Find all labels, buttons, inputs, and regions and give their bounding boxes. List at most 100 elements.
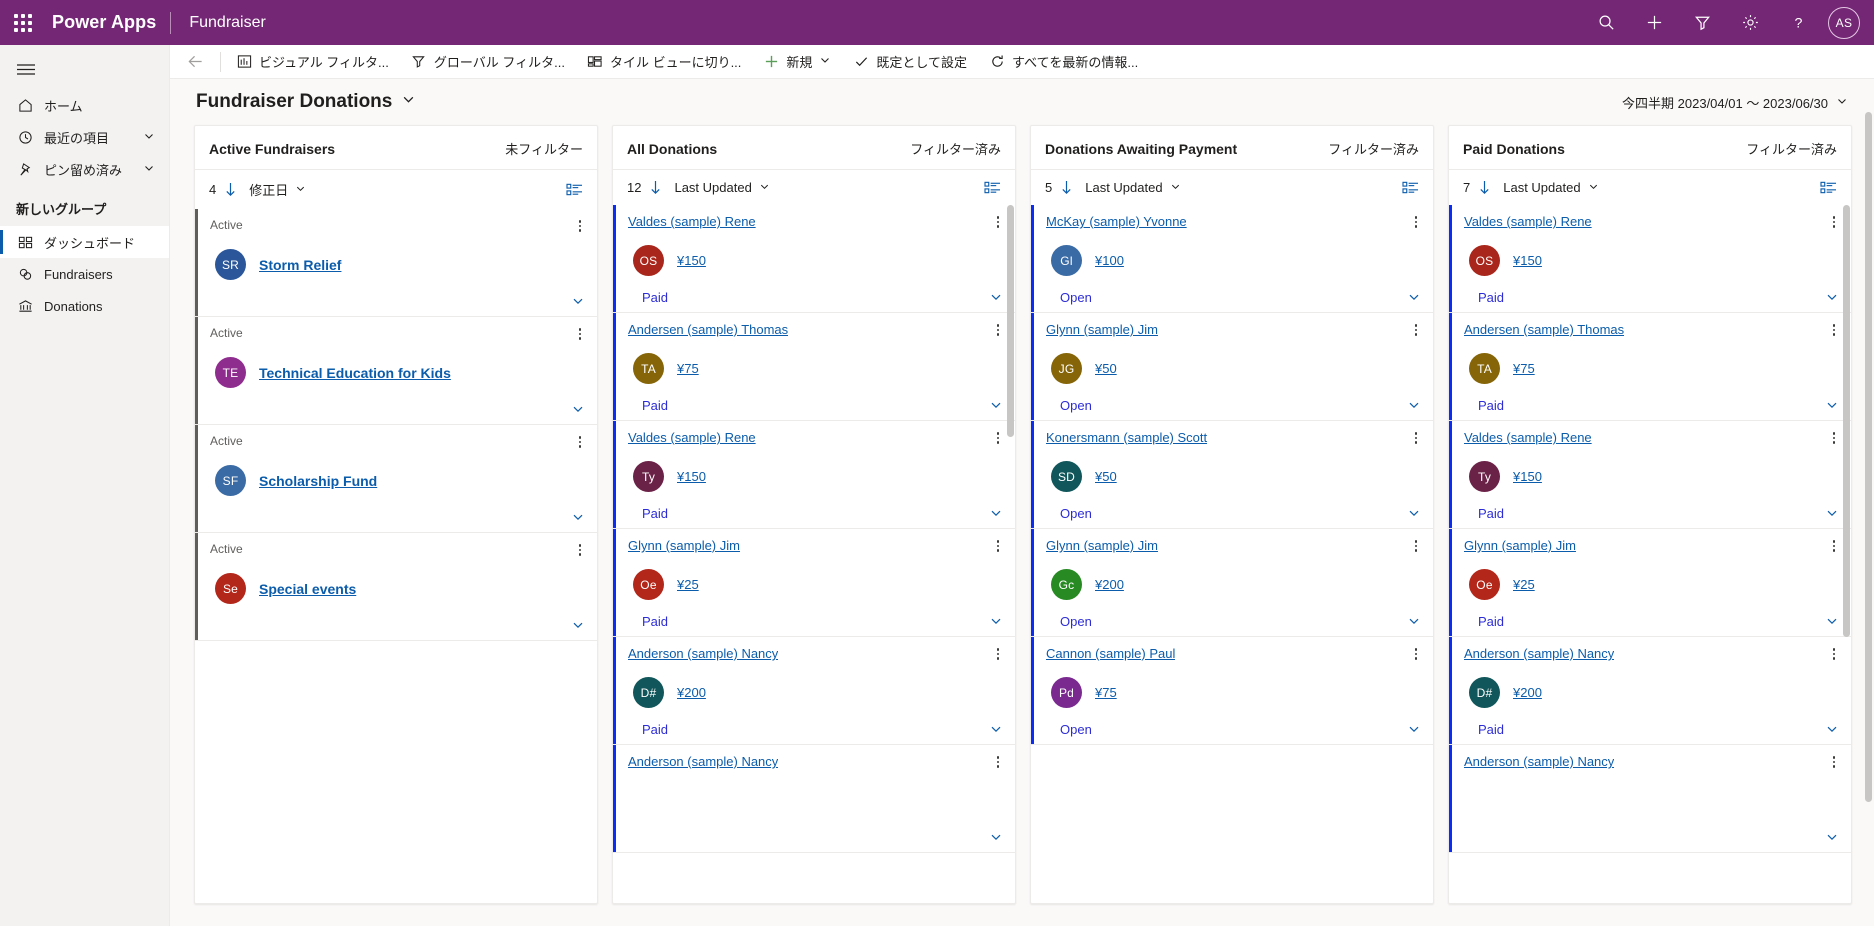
card[interactable]: McKay (sample) Yvonne Gl ¥100 Open (1031, 205, 1433, 313)
card-more-options-button[interactable] (993, 322, 1004, 336)
sidebar-item-donations[interactable]: Donations (0, 290, 169, 322)
card-more-options-button[interactable] (1829, 430, 1840, 444)
visual-filter-button[interactable]: ビジュアル フィルタ... (225, 46, 400, 78)
donor-name-link[interactable]: Valdes (sample) Rene (1464, 430, 1592, 445)
card-expand-chevron-down-icon[interactable] (1407, 614, 1421, 628)
card-more-options-button[interactable] (993, 430, 1004, 444)
stream-sort-selector[interactable]: 修正日 (249, 180, 306, 199)
card-expand-chevron-down-icon[interactable] (1825, 506, 1839, 520)
waffle-menu-button[interactable] (0, 0, 46, 45)
donor-name-link[interactable]: McKay (sample) Yvonne (1046, 214, 1187, 229)
card-expand-chevron-down-icon[interactable] (989, 398, 1003, 412)
filter-button[interactable] (1678, 0, 1726, 45)
list-view-toggle-button[interactable] (984, 180, 1001, 195)
donor-name-link[interactable]: Cannon (sample) Paul (1046, 646, 1175, 661)
donor-name-link[interactable]: Andersen (sample) Thomas (1464, 322, 1624, 337)
card-expand-chevron-down-icon[interactable] (989, 614, 1003, 628)
card[interactable]: Anderson (sample) Nancy (613, 745, 1015, 853)
page-title-chevron-down-icon[interactable] (402, 93, 415, 111)
donor-name-link[interactable]: Glynn (sample) Jim (628, 538, 740, 553)
card[interactable]: Anderson (sample) Nancy (1449, 745, 1851, 853)
card-more-options-button[interactable] (993, 646, 1004, 660)
chevron-down-icon[interactable] (819, 54, 831, 69)
card[interactable]: Anderson (sample) Nancy D# ¥200 Paid (613, 637, 1015, 745)
card-expand-chevron-down-icon[interactable] (571, 294, 585, 308)
card-expand-chevron-down-icon[interactable] (571, 618, 585, 632)
stream-sort-selector[interactable]: Last Updated (674, 180, 769, 195)
donor-name-link[interactable]: Valdes (sample) Rene (628, 430, 756, 445)
sidebar-item-fundraisers[interactable]: Fundraisers (0, 258, 169, 290)
donation-amount-link[interactable]: ¥150 (677, 469, 706, 484)
card-expand-chevron-down-icon[interactable] (989, 290, 1003, 304)
donation-amount-link[interactable]: ¥75 (677, 361, 699, 376)
card-expand-chevron-down-icon[interactable] (1825, 398, 1839, 412)
card[interactable]: Andersen (sample) Thomas TA ¥75 Paid (1449, 313, 1851, 421)
donation-amount-link[interactable]: ¥150 (677, 253, 706, 268)
card-more-options-button[interactable] (1411, 322, 1422, 336)
donor-name-link[interactable]: Valdes (sample) Rene (1464, 214, 1592, 229)
card-more-options-button[interactable] (993, 754, 1004, 768)
card[interactable]: Valdes (sample) Rene Ty ¥150 Paid (1449, 421, 1851, 529)
donation-amount-link[interactable]: ¥25 (677, 577, 699, 592)
card-more-options-button[interactable] (1829, 214, 1840, 228)
card[interactable]: Andersen (sample) Thomas TA ¥75 Paid (613, 313, 1015, 421)
card-more-options-button[interactable] (993, 214, 1004, 228)
fundraiser-name-link[interactable]: Technical Education for Kids (259, 365, 451, 381)
card-more-options-button[interactable] (993, 538, 1004, 552)
card-expand-chevron-down-icon[interactable] (1825, 722, 1839, 736)
card-more-options-button[interactable] (1829, 754, 1840, 768)
stream-sort-selector[interactable]: Last Updated (1085, 180, 1180, 195)
card-expand-chevron-down-icon[interactable] (989, 722, 1003, 736)
card[interactable]: Glynn (sample) Jim Oe ¥25 Paid (1449, 529, 1851, 637)
donor-name-link[interactable]: Anderson (sample) Nancy (628, 754, 778, 769)
card[interactable]: Active SF Scholarship Fund (195, 425, 597, 533)
back-button[interactable] (178, 46, 212, 78)
chevron-down-icon[interactable] (143, 162, 155, 177)
list-view-toggle-button[interactable] (1820, 180, 1837, 195)
card[interactable]: Konersmann (sample) Scott SD ¥50 Open (1031, 421, 1433, 529)
refresh-all-button[interactable]: すべてを最新の情報... (978, 46, 1149, 78)
card[interactable]: Valdes (sample) Rene OS ¥150 Paid (1449, 205, 1851, 313)
donation-amount-link[interactable]: ¥25 (1513, 577, 1535, 592)
donor-name-link[interactable]: Valdes (sample) Rene (628, 214, 756, 229)
card-more-options-button[interactable] (1829, 322, 1840, 336)
sidebar-item-pinned[interactable]: ピン留め済み (0, 153, 169, 185)
date-range-selector[interactable]: 今四半期 2023/04/01 〜 2023/06/30 (1622, 93, 1848, 112)
fundraiser-name-link[interactable]: Special events (259, 581, 356, 597)
card-expand-chevron-down-icon[interactable] (1407, 506, 1421, 520)
sidebar-item-home[interactable]: ホーム (0, 89, 169, 121)
settings-button[interactable] (1726, 0, 1774, 45)
card-expand-chevron-down-icon[interactable] (1825, 830, 1839, 844)
card-expand-chevron-down-icon[interactable] (1825, 290, 1839, 304)
card-expand-chevron-down-icon[interactable] (1407, 398, 1421, 412)
stream-sort-selector[interactable]: Last Updated (1503, 180, 1598, 195)
donation-amount-link[interactable]: ¥200 (677, 685, 706, 700)
stream-scrollbar[interactable] (1007, 205, 1014, 437)
user-avatar[interactable]: AS (1828, 6, 1860, 39)
chevron-down-icon[interactable] (143, 130, 155, 145)
card-expand-chevron-down-icon[interactable] (989, 830, 1003, 844)
card-expand-chevron-down-icon[interactable] (571, 402, 585, 416)
sort-direction-icon[interactable] (224, 182, 237, 197)
donation-amount-link[interactable]: ¥50 (1095, 361, 1117, 376)
sort-direction-icon[interactable] (1478, 180, 1491, 195)
donation-amount-link[interactable]: ¥75 (1513, 361, 1535, 376)
donation-amount-link[interactable]: ¥150 (1513, 253, 1542, 268)
donation-amount-link[interactable]: ¥200 (1095, 577, 1124, 592)
card[interactable]: Active SR Storm Relief (195, 209, 597, 317)
card-more-options-button[interactable] (1411, 214, 1422, 228)
card-more-options-button[interactable] (575, 218, 586, 232)
card-more-options-button[interactable] (575, 434, 586, 448)
card-more-options-button[interactable] (1829, 538, 1840, 552)
fundraiser-name-link[interactable]: Storm Relief (259, 257, 341, 273)
donor-name-link[interactable]: Glynn (sample) Jim (1464, 538, 1576, 553)
new-button[interactable] (1630, 0, 1678, 45)
help-button[interactable]: ? (1774, 0, 1822, 45)
list-view-toggle-button[interactable] (566, 182, 583, 197)
card-expand-chevron-down-icon[interactable] (1407, 722, 1421, 736)
card[interactable]: Valdes (sample) Rene OS ¥150 Paid (613, 205, 1015, 313)
card[interactable]: Cannon (sample) Paul Pd ¥75 Open (1031, 637, 1433, 745)
global-filter-button[interactable]: グローバル フィルタ... (400, 46, 576, 78)
donation-amount-link[interactable]: ¥150 (1513, 469, 1542, 484)
donation-amount-link[interactable]: ¥50 (1095, 469, 1117, 484)
